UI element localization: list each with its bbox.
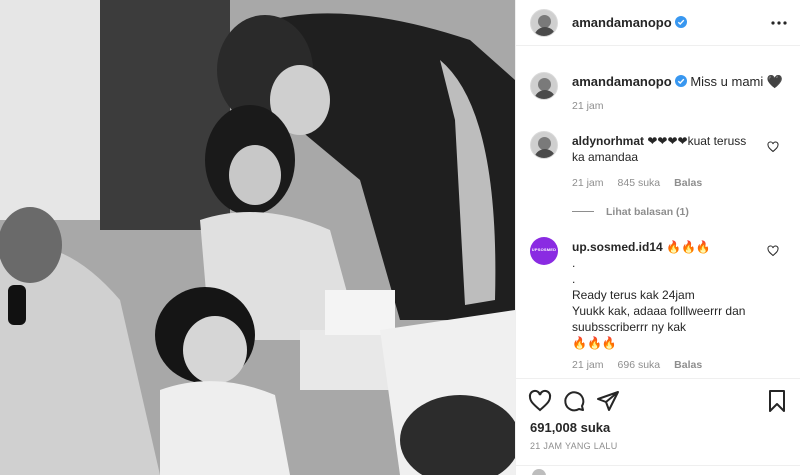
commenter-avatar[interactable]: UPSOSMED (530, 237, 558, 265)
post-photo[interactable] (0, 0, 515, 475)
caption-body: Miss u mami 🖤 (690, 74, 784, 89)
commenter-username[interactable]: up.sosmed.id14 (572, 240, 663, 254)
comment-text: up.sosmed.id14 🔥🔥🔥 . . Ready terus kak 2… (572, 240, 746, 350)
verified-badge-icon (674, 16, 687, 28)
comment-icon[interactable] (562, 389, 586, 413)
caption-author-avatar[interactable] (530, 72, 558, 100)
comment-text: aldynorhmat ❤❤❤❤kuat teruss ka amandaa (572, 134, 747, 164)
comment-input-bar[interactable] (516, 465, 800, 475)
verified-badge-icon (674, 75, 687, 87)
reply-button[interactable]: Balas (674, 177, 702, 189)
view-replies-link[interactable]: Lihat balasan (1) (572, 206, 689, 218)
comment-like-count[interactable]: 845 suka (618, 177, 661, 189)
heart-icon[interactable] (528, 389, 552, 413)
comment-time[interactable]: 21 jam (572, 359, 604, 371)
comment-like-icon[interactable] (767, 141, 779, 153)
more-options-icon[interactable] (769, 13, 789, 33)
comment-meta: 21 jam 845 suka Balas (572, 177, 716, 189)
comment-meta: 21 jam 696 suka Balas (572, 359, 716, 371)
post-actions: 691,008 suka 21 JAM YANG LALU (516, 378, 800, 475)
bookmark-icon[interactable] (765, 389, 789, 413)
author-avatar[interactable] (530, 9, 558, 37)
caption-text: amandamanopo Miss u mami 🖤 (572, 73, 787, 90)
emoji-icon[interactable] (532, 469, 546, 475)
comment-like-icon[interactable] (767, 245, 779, 257)
commenter-username[interactable]: aldynorhmat (572, 134, 644, 148)
post-side-panel: amandamanopo amandamanopo Miss u mami 🖤 … (515, 0, 800, 475)
comment-time[interactable]: 21 jam (572, 177, 604, 189)
author-username[interactable]: amandamanopo (572, 15, 687, 30)
caption-username[interactable]: amandamanopo (572, 74, 672, 89)
share-icon[interactable] (596, 389, 620, 413)
caption-timestamp[interactable]: 21 jam (572, 100, 604, 112)
reply-button[interactable]: Balas (674, 359, 702, 371)
photo-illustration (0, 0, 515, 475)
commenter-avatar[interactable] (530, 131, 558, 159)
post-header: amandamanopo (516, 0, 800, 46)
post-timestamp[interactable]: 21 JAM YANG LALU (530, 441, 618, 451)
comment-like-count[interactable]: 696 suka (618, 359, 661, 371)
replies-divider (572, 211, 594, 212)
like-count[interactable]: 691,008 suka (530, 420, 610, 435)
